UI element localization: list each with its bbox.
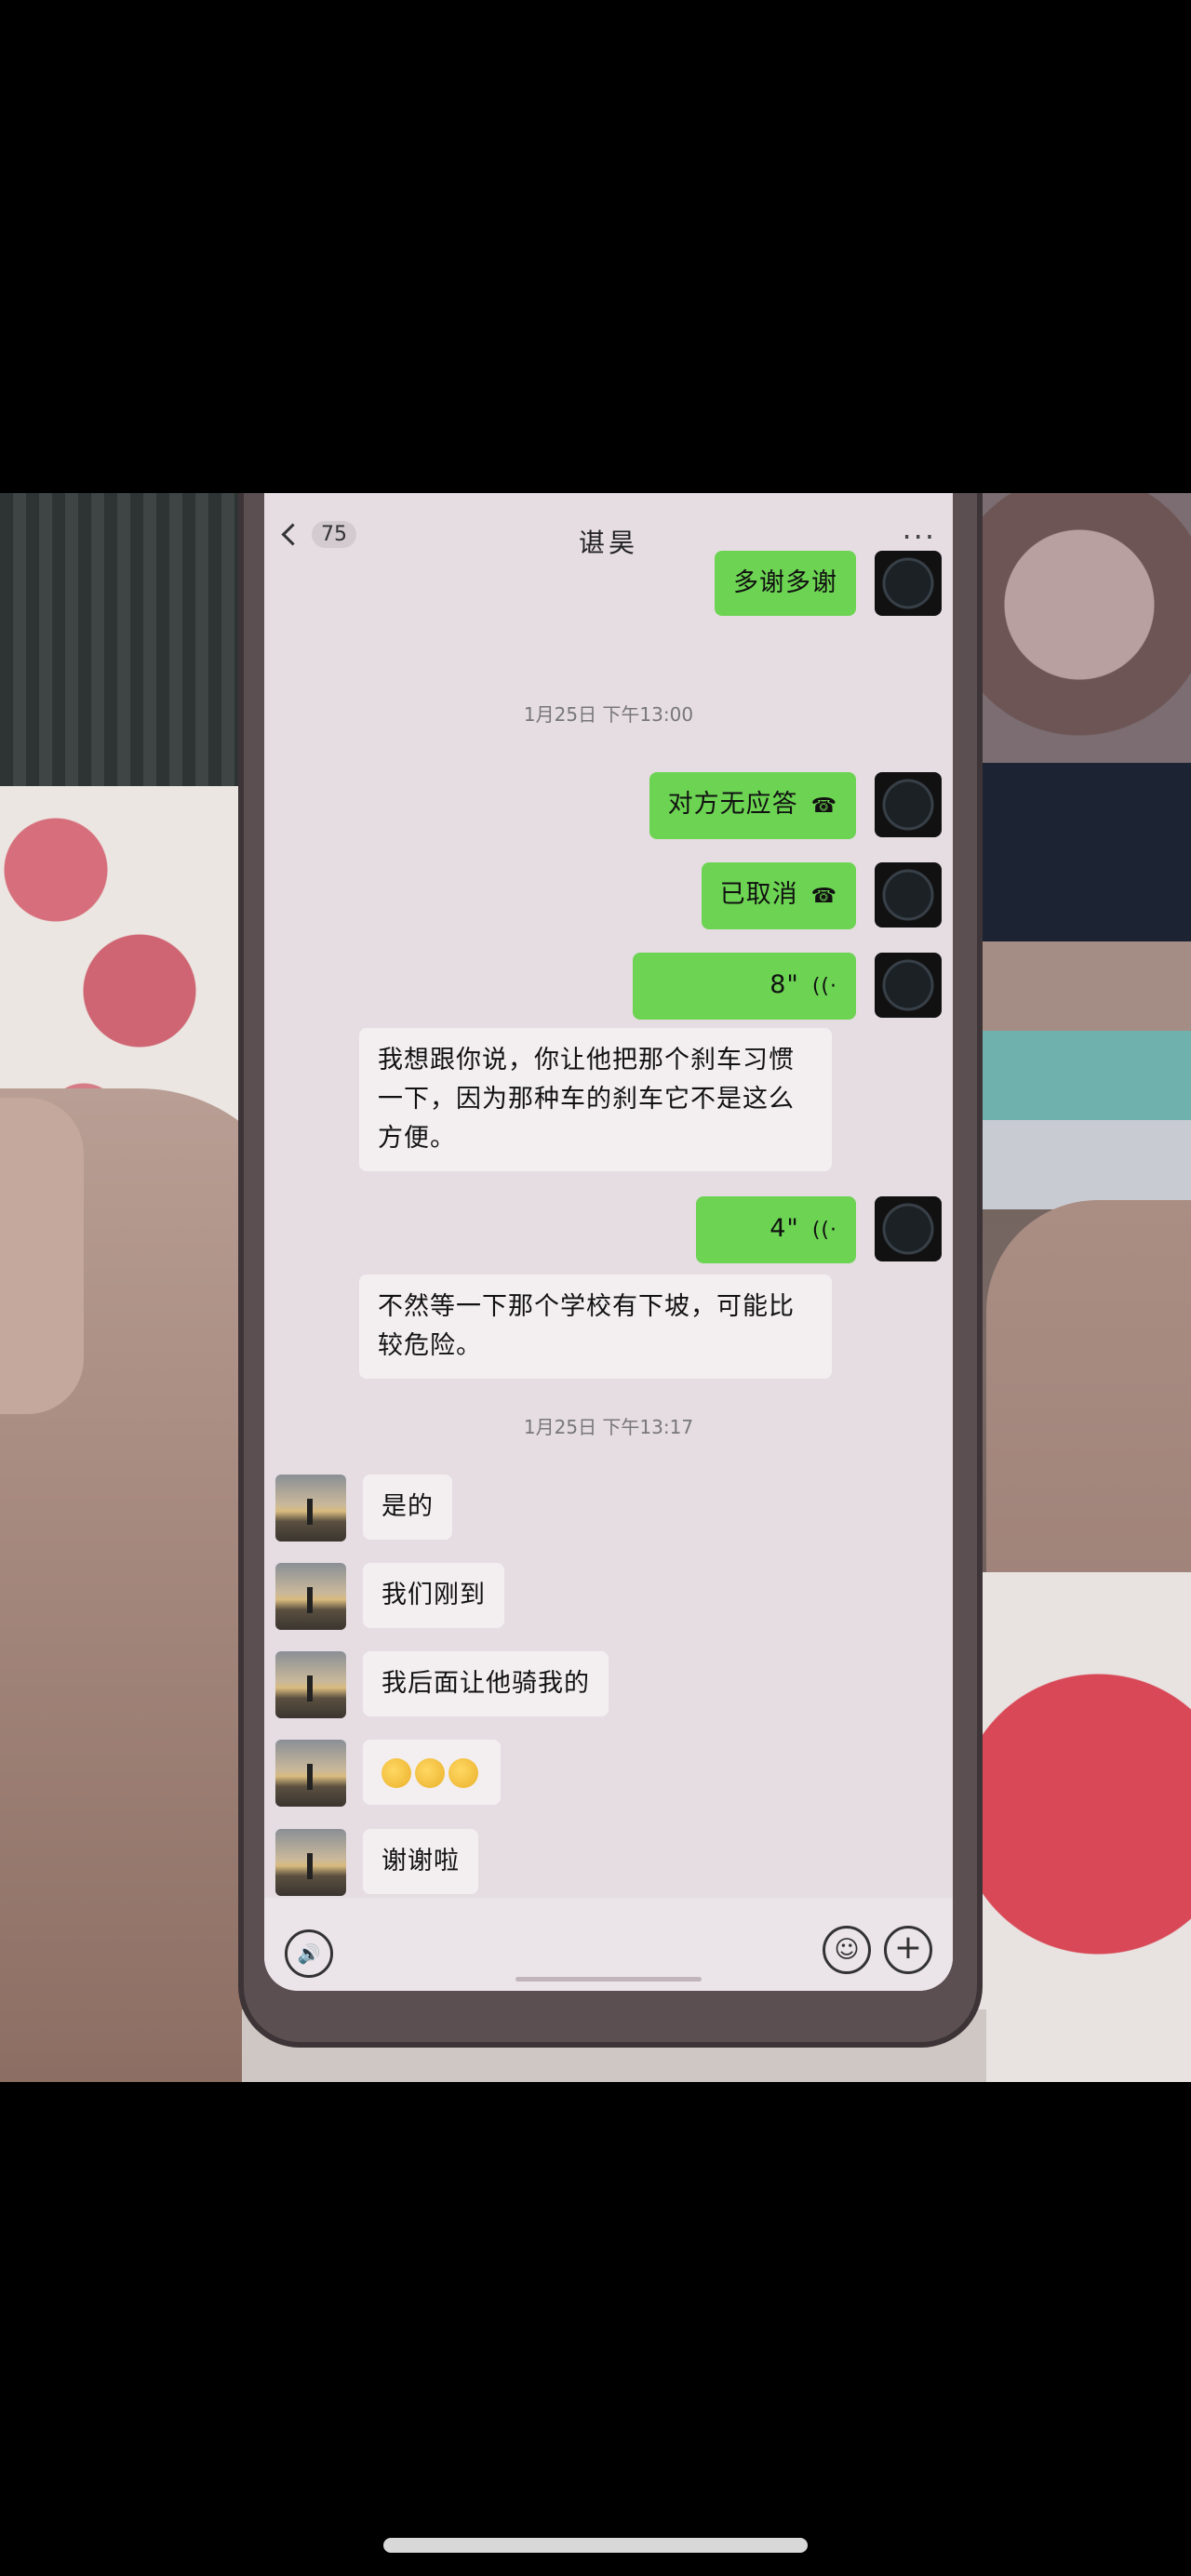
plus-icon: +	[893, 1929, 923, 1967]
voice-duration: 8"	[769, 970, 799, 999]
input-bar: 🔊 ☺ +	[264, 1898, 953, 1991]
message-outgoing-voice[interactable]: 4" ((·	[696, 1196, 942, 1263]
background-clothes	[968, 493, 1191, 763]
message-outgoing-voice[interactable]: 8" ((·	[633, 953, 942, 1020]
voice-input-button[interactable]: 🔊	[285, 1929, 333, 1978]
avatar-contact[interactable]	[275, 1829, 346, 1896]
emoji-button[interactable]: ☺	[823, 1926, 871, 1974]
message-outgoing-call[interactable]: 对方无应答 ☎	[649, 772, 942, 839]
screenshot-frame: 75 谌昊 ··· 多谢多谢 1月25日 下午13:00 对方无应答 ☎ 已取消…	[0, 0, 1191, 2576]
timestamp: 1月25日 下午13:17	[523, 1416, 694, 1438]
message-incoming[interactable]	[275, 1740, 501, 1807]
voice-wave-icon: ((·	[811, 1219, 837, 1242]
message-bubble[interactable]: 已取消 ☎	[701, 862, 856, 929]
emoji-message-bubble[interactable]	[363, 1740, 501, 1805]
avatar-contact[interactable]	[275, 1475, 346, 1542]
avatar-self[interactable]	[875, 551, 942, 616]
chat-header: 75 谌昊 ···	[264, 493, 953, 558]
message-bubble[interactable]: 对方无应答 ☎	[649, 772, 856, 839]
message-outgoing-call[interactable]: 已取消 ☎	[701, 862, 942, 929]
emoji-icon	[448, 1757, 478, 1788]
call-status-text: 对方无应答	[667, 790, 798, 819]
smiley-icon: ☺	[834, 1936, 860, 1964]
message-bubble[interactable]: 不然等一下那个学校有下坡，可能比较危险。	[359, 1275, 832, 1379]
voice-message-bubble[interactable]: 4" ((·	[696, 1196, 856, 1263]
message-incoming[interactable]: 不然等一下那个学校有下坡，可能比较危险。	[359, 1275, 832, 1379]
phone-icon: ☎	[810, 885, 837, 908]
message-bubble[interactable]: 谢谢啦	[363, 1829, 478, 1894]
message-bubble[interactable]: 我们刚到	[363, 1563, 504, 1628]
voice-duration: 4"	[769, 1214, 799, 1243]
background-fabric	[968, 763, 1191, 1209]
thumb	[0, 1098, 84, 1414]
message-incoming[interactable]: 我想跟你说，你让他把那个刹车习惯一下，因为那种车的刹车它不是这么方便。	[359, 1028, 832, 1171]
more-button[interactable]: ···	[902, 519, 936, 554]
avatar-self[interactable]	[875, 953, 942, 1018]
message-bubble[interactable]: 我后面让他骑我的	[363, 1651, 609, 1716]
message-bubble[interactable]: 我想跟你说，你让他把那个刹车习惯一下，因为那种车的刹车它不是这么方便。	[359, 1028, 832, 1171]
avatar-self[interactable]	[875, 1196, 942, 1261]
emoji-icon	[381, 1757, 411, 1788]
voice-icon: 🔊	[297, 1942, 321, 1965]
background-window-blinds	[0, 493, 242, 791]
phone-icon: ☎	[810, 794, 837, 818]
home-indicator	[383, 2538, 808, 2553]
avatar-contact[interactable]	[275, 1651, 346, 1718]
photo: 75 谌昊 ··· 多谢多谢 1月25日 下午13:00 对方无应答 ☎ 已取消…	[0, 493, 1191, 2082]
chat-screen: 75 谌昊 ··· 多谢多谢 1月25日 下午13:00 对方无应答 ☎ 已取消…	[264, 493, 953, 1991]
message-bubble[interactable]: 是的	[363, 1475, 452, 1540]
message-incoming[interactable]: 谢谢啦	[275, 1829, 478, 1896]
message-incoming[interactable]: 我们刚到	[275, 1563, 504, 1630]
emoji-icon	[415, 1757, 445, 1788]
voice-message-bubble[interactable]: 8" ((·	[633, 953, 856, 1020]
more-actions-button[interactable]: +	[884, 1926, 932, 1974]
message-incoming[interactable]: 我后面让他骑我的	[275, 1651, 609, 1718]
message-outgoing[interactable]: 多谢多谢	[715, 551, 942, 616]
timestamp: 1月25日 下午13:00	[523, 703, 694, 726]
avatar-self[interactable]	[875, 862, 942, 928]
background-blanket	[977, 1572, 1191, 2082]
call-status-text: 已取消	[719, 880, 798, 909]
avatar-self[interactable]	[875, 772, 942, 837]
message-incoming[interactable]: 是的	[275, 1475, 452, 1542]
message-bubble[interactable]: 多谢多谢	[715, 551, 856, 616]
voice-wave-icon: ((·	[811, 975, 837, 998]
phone: 75 谌昊 ··· 多谢多谢 1月25日 下午13:00 对方无应答 ☎ 已取消…	[244, 493, 977, 2042]
avatar-contact[interactable]	[275, 1740, 346, 1807]
avatar-contact[interactable]	[275, 1563, 346, 1630]
phone-home-indicator	[515, 1977, 702, 1982]
